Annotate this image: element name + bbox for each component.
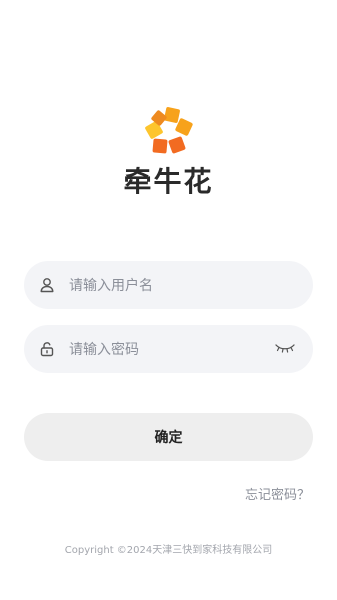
eye-closed-icon[interactable] — [275, 342, 295, 354]
password-placeholder: 请输入密码 — [69, 342, 139, 358]
copyright-text: Copyright ©2024天津三快到家科技有限公司 — [64, 545, 273, 556]
password-field[interactable]: 请输入密码 — [24, 325, 313, 373]
forgot-password-link[interactable]: 忘记密码？ — [245, 484, 310, 503]
confirm-button[interactable]: 确定 — [24, 413, 313, 461]
brand-logo-icon — [145, 107, 193, 154]
unlock-icon — [40, 342, 54, 357]
username-field[interactable]: 请输入用户名 — [24, 261, 313, 309]
user-icon — [40, 278, 54, 293]
brand-name: 牵牛花 — [123, 165, 214, 198]
username-placeholder: 请输入用户名 — [69, 278, 153, 294]
